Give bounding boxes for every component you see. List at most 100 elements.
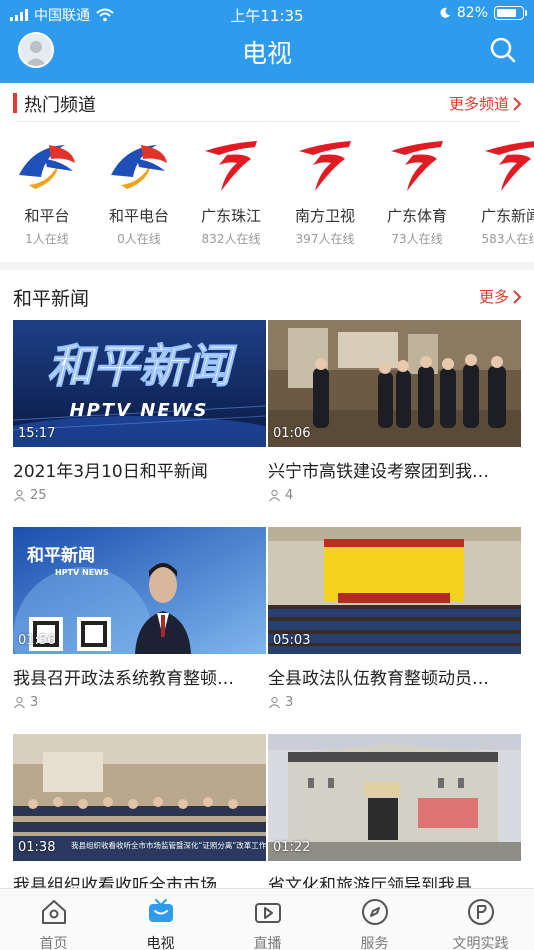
view-count: 3 — [13, 695, 266, 710]
video-thumbnail[interactable]: 01:22 — [268, 734, 521, 861]
person-icon — [269, 696, 280, 709]
header: 中国联通 上午11:35 82% 电视 — [0, 0, 534, 83]
news-title: 2021年3月10日和平新闻 — [13, 462, 208, 482]
channel-online-count: 0人在线 — [117, 232, 161, 246]
channel-name: 广东体育 — [386, 207, 447, 225]
more-channels-link[interactable]: 更多频道 — [449, 93, 522, 114]
view-count: 3 — [268, 695, 521, 710]
channel-list: 和平台 1人在线 和平电台 0人在线 广东珠江 832人在线 南方卫视 397人… — [0, 133, 534, 253]
channel-name: 和平台 — [24, 207, 70, 225]
tv-icon — [148, 899, 173, 922]
news-card[interactable]: 和平新闻 HPTV NEWS 15:17 2021年3月10日和平新闻 25 — [13, 320, 266, 503]
person-icon — [14, 489, 25, 502]
live-icon — [254, 903, 281, 923]
channel-name: 广东珠江 — [200, 207, 261, 225]
channel-item[interactable]: 广东珠江 832人在线 — [186, 133, 276, 247]
channel-item[interactable]: 广东体育 73人在线 — [372, 133, 462, 247]
video-duration: 01:38 — [18, 840, 56, 855]
view-count-value: 4 — [285, 488, 294, 503]
channel-item[interactable]: 和平台 1人在线 — [2, 133, 92, 247]
tab-label: 电视 — [146, 936, 175, 950]
section-accent-bar — [13, 93, 17, 113]
video-duration: 15:17 — [18, 426, 56, 441]
gdtv-logo — [385, 133, 449, 197]
battery-percent: 82% — [456, 5, 488, 21]
hptv-logo — [107, 133, 171, 197]
more-news-label: 更多 — [478, 288, 509, 306]
channel-name: 和平电台 — [108, 207, 169, 225]
news-card[interactable]: 和平新闻 HPTV NEWS 01:56 我县召开政法系统教育整顿… 3 — [13, 527, 266, 710]
news-card[interactable]: 05:03 全县政法队伍教育整顿动员… 3 — [268, 527, 521, 710]
news-title: 全县政法队伍教育整顿动员… — [268, 669, 489, 689]
video-duration: 01:06 — [273, 426, 311, 441]
channel-item[interactable]: 和平电台 0人在线 — [94, 133, 184, 247]
gdtv-logo — [293, 133, 357, 197]
view-count-value: 3 — [30, 695, 39, 710]
news-section-title: 和平新闻 — [13, 288, 90, 310]
hot-channels-header: 热门频道 更多频道 — [0, 83, 534, 123]
gdtv-logo — [479, 133, 534, 197]
video-thumbnail[interactable]: 和平新闻 HPTV NEWS 01:56 — [13, 527, 266, 654]
channel-item[interactable]: 广东新闻 583人在线 — [466, 133, 534, 247]
view-count-value: 25 — [30, 488, 47, 503]
person-icon — [14, 696, 25, 709]
hptv-logo — [15, 133, 79, 197]
news-title: 我县召开政法系统教育整顿… — [13, 669, 234, 689]
video-thumbnail[interactable]: 和平新闻 HPTV NEWS 15:17 — [13, 320, 266, 447]
thumb-title-text: 和平新闻 — [47, 339, 237, 393]
news-card[interactable]: 01:06 兴宁市高铁建设考察团到我… 4 — [268, 320, 521, 503]
flag-circle-icon — [467, 899, 494, 925]
tab-home[interactable]: 首页 — [0, 897, 107, 950]
tab-label: 直播 — [253, 936, 282, 950]
view-count-value: 3 — [285, 695, 294, 710]
thumb-subtitle-text: HPTV NEWS — [70, 400, 209, 421]
hot-channels-title: 热门频道 — [24, 95, 96, 116]
news-card[interactable]: 我县组织收看收听全市市场监管暨深化“证照分离”改革工作电视电话会议 01:38 … — [13, 734, 266, 896]
view-count: 4 — [268, 488, 521, 503]
video-thumbnail[interactable]: 05:03 — [268, 527, 521, 654]
thumb-title-text: 和平新闻 — [27, 545, 95, 566]
status-bar: 中国联通 上午11:35 82% — [0, 0, 534, 28]
divider — [13, 121, 521, 122]
news-header: 和平新闻 更多 — [0, 276, 534, 316]
tab-service[interactable]: 服务 — [321, 897, 428, 950]
navbar: 电视 — [0, 28, 534, 83]
battery-icon — [494, 6, 527, 20]
video-thumbnail[interactable]: 我县组织收看收听全市市场监管暨深化“证照分离”改革工作电视电话会议 01:38 — [13, 734, 266, 861]
moon-icon — [440, 7, 450, 18]
page-title: 电视 — [241, 39, 292, 68]
channel-online-count: 73人在线 — [391, 232, 443, 246]
gdtv-logo — [199, 133, 263, 197]
channel-name: 南方卫视 — [294, 207, 355, 225]
view-count: 25 — [13, 488, 266, 503]
tv-screen: 中国联通 上午11:35 82% 电视 热门频道 更多频道 和平台 1人在线 和… — [0, 0, 534, 950]
video-duration: 01:56 — [18, 633, 56, 648]
search-icon — [490, 37, 516, 63]
video-duration: 05:03 — [273, 633, 311, 648]
tab-tv[interactable]: 电视 — [107, 897, 214, 950]
video-thumbnail[interactable]: 01:06 — [268, 320, 521, 447]
news-card[interactable]: 01:22 省文化和旅游厅领导到我县 — [268, 734, 521, 896]
section-separator — [0, 262, 534, 270]
tab-civilization[interactable]: 文明实践 — [427, 897, 534, 950]
bottom-tab-bar: 首页 电视 直播 服务 文明实践 — [0, 888, 534, 950]
channel-online-count: 1人在线 — [25, 232, 69, 246]
compass-icon — [361, 899, 388, 925]
thumb-caption-text: 我县组织收看收听全市市场监管暨深化“证照分离”改革工作电视电话会议 — [71, 840, 266, 850]
channel-online-count: 583人在线 — [481, 232, 534, 246]
more-news-link[interactable]: 更多 — [479, 286, 522, 307]
chevron-right-icon — [513, 96, 522, 111]
tab-label: 服务 — [360, 936, 389, 950]
chevron-right-icon — [513, 289, 522, 304]
channel-name: 广东新闻 — [480, 207, 534, 225]
channel-online-count: 397人在线 — [295, 232, 355, 246]
channel-item[interactable]: 南方卫视 397人在线 — [280, 133, 370, 247]
channel-online-count: 832人在线 — [201, 232, 261, 246]
news-title: 兴宁市高铁建设考察团到我… — [268, 462, 489, 482]
person-icon — [269, 489, 280, 502]
tab-label: 文明实践 — [452, 936, 509, 950]
tab-live[interactable]: 直播 — [214, 897, 321, 950]
more-channels-label: 更多频道 — [448, 95, 509, 113]
search-button[interactable] — [488, 35, 518, 65]
video-duration: 01:22 — [273, 840, 311, 855]
